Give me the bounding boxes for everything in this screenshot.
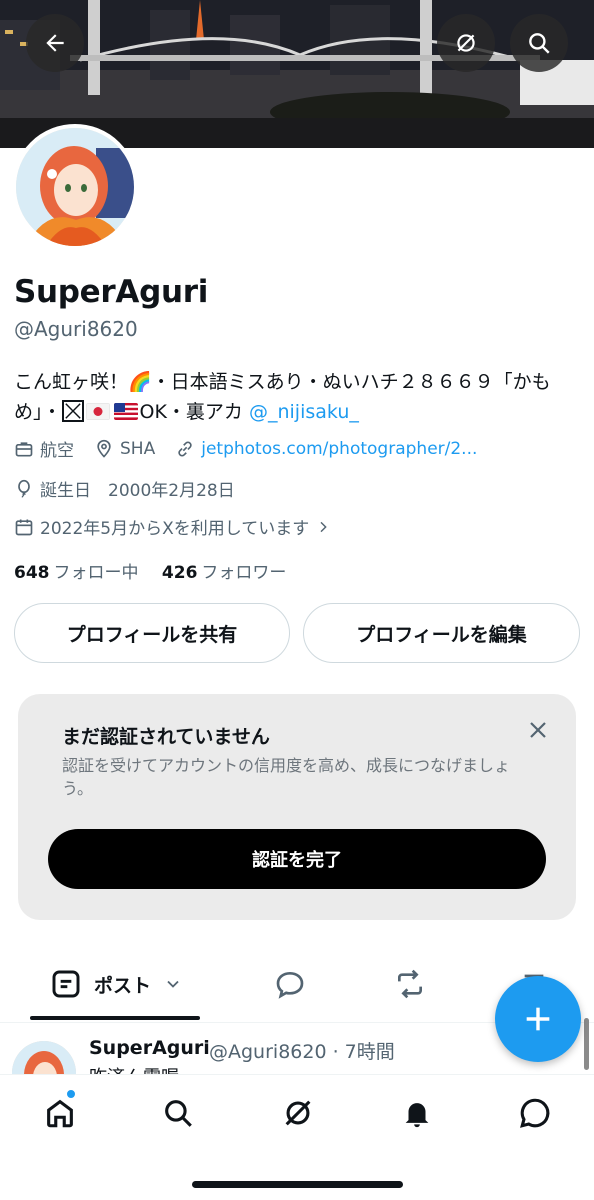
home-indicator [192, 1181, 403, 1188]
joined-label: 2022年5月からXを利用しています [40, 519, 310, 539]
close-icon[interactable] [526, 718, 550, 742]
ballot-x-icon [61, 400, 84, 422]
verification-description: 認証を受けてアカウントの信用度を高め、成長につなげましょう。 [62, 756, 511, 798]
us-flag-icon [113, 403, 138, 420]
birthday-row: 誕生日 2000年2月28日 [14, 476, 235, 501]
follow-stats: 648 フォロー中 426 フォロワー [14, 558, 286, 583]
posts-tab-icon [52, 970, 80, 998]
location-item: SHA [94, 439, 155, 459]
profile-bio: こん虹ヶ咲！🌈・日本語ミスあり・ぬいハチ２８６６９「かもめ」・ OK・裏アカ @… [14, 367, 584, 427]
website-link[interactable]: jetphotos.com/photographer/2... [201, 439, 477, 459]
plus-icon [526, 1007, 550, 1031]
chevron-right-icon [320, 521, 327, 532]
link-icon [178, 440, 192, 457]
arrow-left-icon [46, 34, 64, 52]
birthday-label: 誕生日 2000年2月28日 [40, 481, 235, 501]
compose-button[interactable] [495, 976, 581, 1062]
bio-mention-link[interactable]: @_nijisaku_ [249, 401, 359, 423]
grok-button[interactable] [437, 14, 495, 72]
grok-icon [285, 1100, 311, 1126]
home-notification-dot [66, 1089, 76, 1099]
followers-label: フォロワー [201, 563, 287, 583]
profile-handle: @Aguri8620 [14, 317, 138, 341]
tab-posts[interactable]: ポスト [50, 968, 183, 1000]
tweet-text: 昨済ん需喔 [89, 1063, 179, 1074]
briefcase-icon [15, 441, 33, 456]
tab-replies[interactable] [274, 968, 306, 1000]
category-item: 航空 [14, 436, 74, 461]
profile-avatar[interactable] [12, 124, 138, 250]
share-profile-button[interactable]: プロフィールを共有 [14, 603, 290, 663]
profile-meta-row: 航空 SHA jetphotos.com/photographer/2... [14, 436, 497, 461]
calendar-icon [15, 519, 33, 535]
tweet-author-name: SuperAguri [89, 1037, 210, 1059]
bell-icon [405, 1103, 429, 1128]
nav-search[interactable] [158, 1093, 198, 1133]
edit-profile-button[interactable]: プロフィールを編集 [303, 603, 580, 663]
category-label: 航空 [40, 441, 74, 461]
chevron-down-icon [167, 980, 179, 988]
nav-messages[interactable] [515, 1093, 555, 1133]
following-stat[interactable]: 648 フォロー中 [14, 563, 139, 583]
search-button[interactable] [510, 14, 568, 72]
tab-posts-label: ポスト [94, 974, 152, 997]
location-pin-icon [97, 439, 111, 458]
bottom-nav [0, 1074, 594, 1200]
reply-bubble-icon [276, 971, 304, 999]
tweet-avatar[interactable] [12, 1041, 76, 1074]
website-item[interactable]: jetphotos.com/photographer/2... [175, 439, 477, 459]
nav-notifications[interactable] [397, 1093, 437, 1133]
following-label: フォロー中 [53, 563, 139, 583]
message-icon [520, 1098, 550, 1128]
tweet-meta: @Aguri8620 · 7時間 [209, 1041, 395, 1063]
repost-icon [398, 969, 422, 999]
verification-title: まだ認証されていません [62, 726, 270, 748]
bio-text-2: OK・裏アカ [139, 401, 249, 423]
followers-count: 426 [161, 563, 198, 583]
followers-stat[interactable]: 426 フォロワー [162, 563, 287, 583]
profile-name: SuperAguri [14, 274, 209, 310]
joined-row[interactable]: 2022年5月からXを利用しています [14, 514, 337, 539]
location-label: SHA [120, 438, 156, 459]
scrollbar[interactable] [584, 1018, 589, 1070]
back-button[interactable] [26, 14, 84, 72]
verification-card: まだ認証されていません 認証を受けてアカウントの信用度を高め、成長につなげましょ… [18, 694, 576, 920]
active-tab-indicator [30, 1016, 200, 1020]
nav-home[interactable] [40, 1093, 80, 1133]
japan-flag-icon [85, 403, 110, 420]
complete-verification-button[interactable]: 認証を完了 [48, 829, 546, 889]
nav-grok[interactable] [278, 1093, 318, 1133]
following-count: 648 [14, 563, 50, 583]
search-icon [165, 1100, 192, 1127]
balloon-icon [18, 479, 30, 497]
home-icon [47, 1099, 73, 1128]
search-icon [529, 33, 550, 54]
grok-icon [457, 34, 475, 52]
avatar-image [16, 128, 134, 246]
tab-reposts[interactable] [394, 968, 426, 1000]
